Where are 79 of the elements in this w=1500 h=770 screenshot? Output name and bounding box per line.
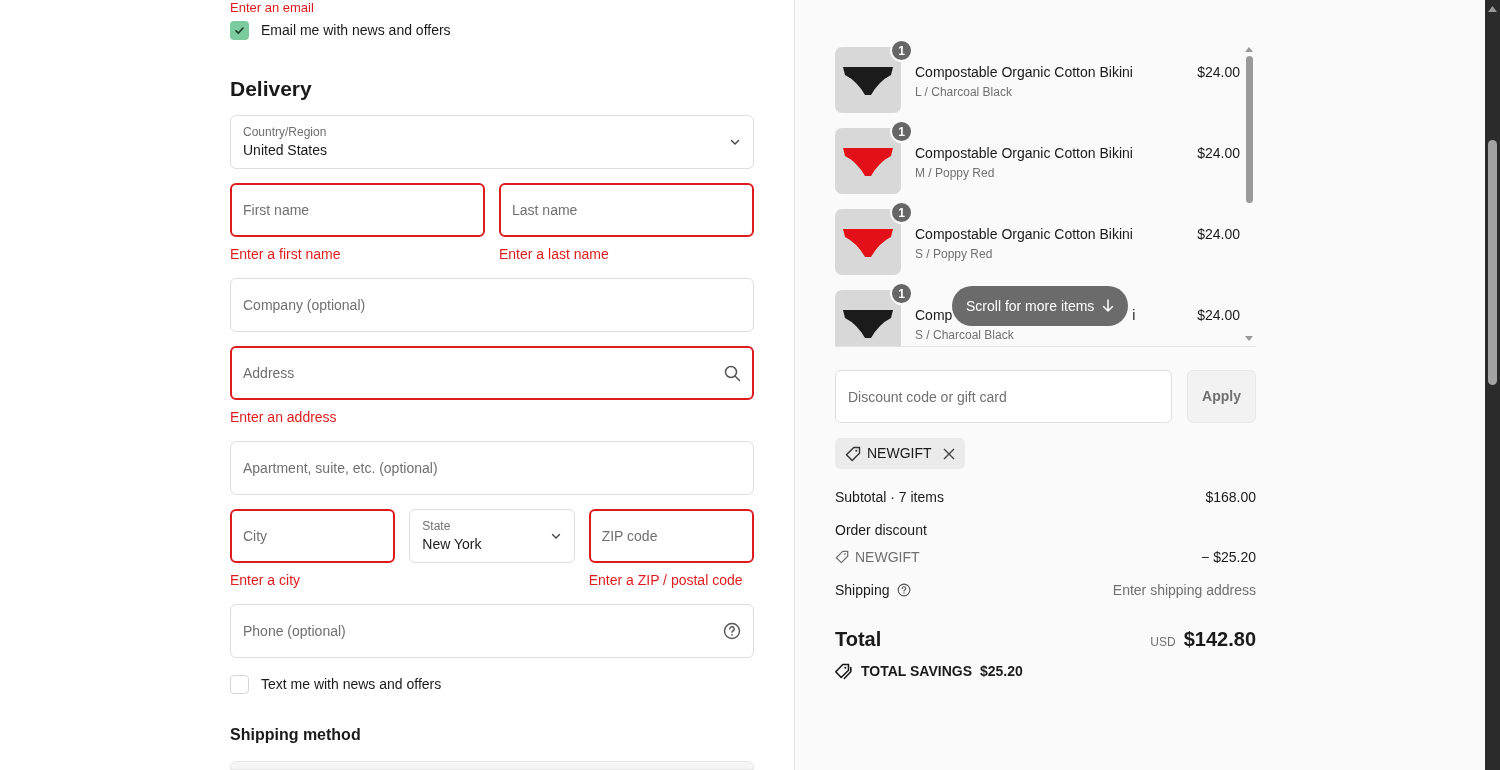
subtotal-label: Subtotal · 7 items	[835, 488, 944, 507]
input-field[interactable]: Phone (optional)	[243, 620, 715, 642]
total-amount: $142.80	[1183, 627, 1256, 652]
input-field[interactable]: Address	[243, 362, 716, 384]
quantity-badge: 1	[890, 282, 913, 305]
product-name: Comp	[915, 306, 953, 325]
search-icon[interactable]	[724, 364, 741, 382]
error-message: Enter a city	[230, 571, 302, 590]
product-name: Compostable Organic Cotton Bikini	[915, 225, 1134, 244]
arrow-down-icon	[1102, 299, 1115, 313]
tags-icon	[835, 663, 853, 680]
input-field[interactable]: Last name	[512, 199, 741, 221]
check-icon	[234, 25, 245, 36]
input-field[interactable]: Apartment, suite, etc. (optional)	[243, 457, 741, 479]
scrollbar-thumb[interactable]	[1488, 140, 1497, 385]
help-icon[interactable]	[896, 583, 911, 597]
error-message: Enter a last name	[499, 245, 610, 264]
product-variant: S / Poppy Red	[915, 246, 994, 263]
error-message: Enter an address	[230, 408, 338, 427]
product-variant: M / Poppy Red	[915, 165, 996, 182]
savings-amount: $25.20	[980, 662, 1023, 681]
input-field[interactable]: Company (optional)	[243, 294, 741, 316]
discount-code-field[interactable]: Discount code or gift card	[835, 370, 1172, 423]
quantity-badge: 1	[890, 39, 913, 62]
subtotal-amount: $168.00	[1205, 488, 1256, 507]
error-message: Enter a ZIP / postal code	[588, 571, 744, 590]
currency-code: USD	[1150, 634, 1176, 651]
text-field[interactable]: Last name	[499, 183, 754, 237]
text-field[interactable]: City	[230, 509, 396, 563]
help-icon[interactable]	[723, 622, 741, 640]
scrollbar[interactable]	[1485, 0, 1500, 770]
discount-code: NEWGIFT	[867, 444, 932, 463]
select-field[interactable]: State New York	[409, 509, 575, 563]
text-field[interactable]: Address	[230, 346, 754, 400]
order-discount-label: Order discount	[835, 521, 927, 540]
arrow-down-icon[interactable]	[1244, 336, 1254, 342]
shipping-label: Shipping	[835, 581, 890, 600]
scrollbar-thumb[interactable]	[1245, 56, 1253, 203]
product-name: Compostable Organic Cotton Bikini	[915, 63, 1134, 82]
checkbox[interactable]	[230, 675, 249, 694]
input-field[interactable]: City	[243, 525, 383, 547]
field-label: State	[422, 518, 452, 534]
product-name: Compostable Organic Cotton Bikini	[915, 144, 1134, 163]
shipping-value: Enter shipping address	[1112, 581, 1256, 600]
input-field[interactable]: First name	[243, 199, 472, 221]
close-icon[interactable]	[942, 447, 955, 460]
arrow-up-icon[interactable]	[1488, 6, 1497, 12]
tag-icon	[835, 550, 849, 564]
checkbox-label: Text me with news and offers	[261, 675, 442, 694]
product-price: $24.00	[1197, 225, 1241, 244]
product-price: $24.00	[1197, 144, 1241, 163]
discount-code: NEWGIFT	[855, 548, 920, 567]
product-price: $24.00	[1197, 63, 1241, 82]
product-price: $24.00	[1197, 306, 1241, 325]
quantity-badge: 1	[890, 201, 913, 224]
section-heading: Shipping method	[230, 725, 362, 745]
discount-amount: − $25.20	[1201, 548, 1256, 567]
text-field[interactable]: ZIP code	[588, 509, 754, 563]
total-label: Total	[835, 627, 882, 652]
select-field[interactable]: Country/Region United States	[230, 115, 754, 169]
checkbox[interactable]	[230, 21, 249, 40]
text-field[interactable]: First name	[230, 183, 485, 237]
error-message: Enter a first name	[230, 245, 342, 264]
field-value: United States	[243, 141, 329, 160]
apply-button[interactable]: Apply	[1187, 370, 1256, 423]
field-label: Country/Region	[243, 124, 328, 140]
input-field[interactable]: ZIP code	[601, 525, 741, 547]
quantity-badge: 1	[890, 120, 913, 143]
product-variant: S / Charcoal Black	[915, 327, 1015, 344]
section-heading: Delivery	[230, 76, 313, 102]
tag-icon	[845, 445, 861, 462]
scroll-hint-button[interactable]: Scroll for more items	[952, 286, 1129, 326]
arrow-up-icon[interactable]	[1244, 46, 1254, 52]
savings-label: TOTAL SAVINGS	[861, 662, 972, 681]
field-value: New York	[422, 535, 483, 554]
product-variant: L / Charcoal Black	[915, 84, 1013, 101]
product-name: i	[1132, 306, 1136, 325]
checkbox-label: Email me with news and offers	[261, 21, 451, 40]
error-message: Enter an email	[230, 0, 315, 16]
